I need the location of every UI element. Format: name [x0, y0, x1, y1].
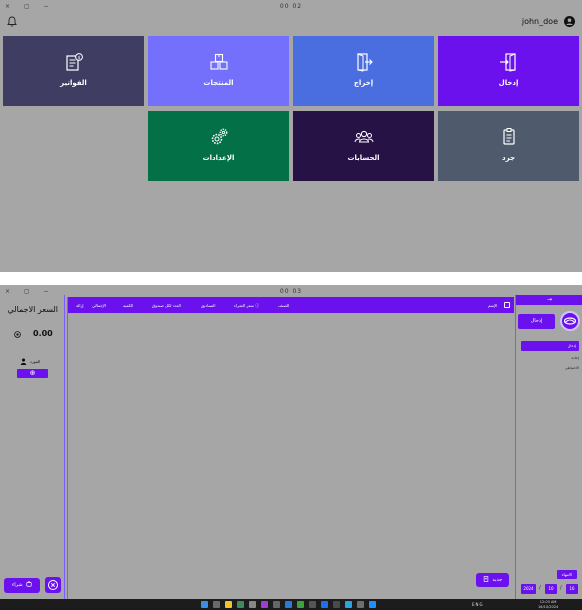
exit-door-icon	[356, 53, 373, 72]
cancel-button[interactable]	[45, 577, 61, 593]
tray-language[interactable]: ENG	[472, 602, 484, 607]
items-table: إزالة الإجمالي الكمية العدد لكل صندوق ال…	[67, 297, 514, 599]
app-icon[interactable]	[285, 601, 292, 608]
title-clock: 00 03	[279, 288, 303, 295]
tile-invoices[interactable]: $ الفواتير	[3, 36, 144, 106]
totals-panel: السعر الاجمالي 0.00 المورد ⊕ شراء	[0, 295, 65, 599]
entry-window: × ▢ − 00 03 السعر الاجمالي 0.00 المورد ⊕…	[0, 285, 582, 599]
column-remove[interactable]: إزالة	[76, 303, 84, 308]
tile-label: جرد	[502, 154, 515, 162]
app-icon[interactable]	[249, 601, 256, 608]
boxes-icon	[209, 53, 228, 70]
supplier-person-icon	[20, 358, 27, 365]
close-circle-icon	[48, 580, 58, 590]
start-icon[interactable]	[201, 601, 208, 608]
tray-date: 16/10/2024	[538, 604, 559, 609]
username-label: john_doe	[521, 17, 558, 26]
column-boxes[interactable]: الصناديق	[201, 303, 215, 308]
date-month-field[interactable]: 10	[545, 584, 557, 594]
column-count-per-box[interactable]: العدد لكل صندوق	[152, 303, 181, 308]
app-icon[interactable]	[333, 601, 340, 608]
buy-button[interactable]: شراء	[4, 578, 40, 593]
date-separator: /	[560, 585, 562, 591]
column-category[interactable]: الصنف	[278, 303, 289, 308]
new-document-icon	[483, 576, 489, 582]
tile-label: الفواتير	[60, 79, 87, 87]
new-item-button[interactable]: جديد	[476, 573, 509, 587]
app-icon[interactable]	[369, 601, 376, 608]
user-avatar-icon[interactable]	[564, 16, 575, 27]
tile-label: إدخال	[498, 79, 519, 87]
finish-button[interactable]: الانتهاء	[557, 570, 577, 579]
cart-icon	[26, 581, 32, 587]
tile-label: الحسابات	[347, 154, 380, 162]
date-separator: /	[539, 585, 541, 591]
bell-icon[interactable]	[7, 16, 17, 27]
dashboard-window: × ▢ − 00 02 john_doe $ الفواتير المنتجات	[0, 0, 582, 272]
tile-exit[interactable]: إخراج	[293, 36, 434, 106]
tile-inventory[interactable]: جرد	[438, 111, 579, 181]
tile-enter[interactable]: إدخال	[438, 36, 579, 106]
total-price-label: السعر الاجمالي	[7, 305, 58, 314]
app-icon[interactable]	[345, 601, 352, 608]
buy-button-label: شراء	[11, 582, 23, 588]
svg-text:$: $	[77, 55, 80, 61]
taskbar: ENG 12:03 AM 16/10/2024	[0, 599, 582, 610]
supplier-label: المورد	[30, 359, 41, 364]
app-icon[interactable]	[309, 601, 316, 608]
title-bar: × ▢ − 00 03	[0, 285, 582, 295]
total-price-value: 0.00	[33, 329, 53, 338]
app-icon[interactable]	[237, 601, 244, 608]
app-logo	[560, 311, 580, 331]
folder-icon[interactable]	[225, 601, 232, 608]
collapse-arrow-button[interactable]: →	[516, 295, 582, 305]
app-icon[interactable]	[273, 601, 280, 608]
new-item-label: جديد	[492, 577, 503, 583]
app-icon[interactable]	[261, 601, 268, 608]
tile-label: المنتجات	[203, 79, 234, 87]
column-quantity[interactable]: الكمية	[123, 303, 133, 308]
tile-label: إخراج	[353, 79, 374, 87]
app-icon[interactable]	[321, 601, 328, 608]
tile-accounts[interactable]: الحسابات	[293, 111, 434, 181]
title-bar: × ▢ − 00 02	[0, 0, 582, 13]
tile-settings[interactable]: الإعدادات	[148, 111, 289, 181]
date-day-field[interactable]: 16	[566, 584, 578, 594]
tray-time: 12:03 AM	[539, 600, 557, 604]
mode-button[interactable]: إدخال	[518, 314, 555, 329]
currency-icon	[14, 331, 21, 338]
tile-label: الإعدادات	[202, 154, 235, 162]
column-purchase-price[interactable]: سعر الشراء ⓘ	[234, 303, 259, 309]
enter-door-icon	[499, 53, 516, 72]
app-icon[interactable]	[357, 601, 364, 608]
date-year-field[interactable]: 2024	[521, 584, 536, 594]
mode-panel: → إدخال إدخال إعادة الاحتياطي الانتهاء 2…	[515, 295, 582, 599]
mode-item-reserve[interactable]: الاحتياطي	[565, 366, 579, 370]
tray-clock[interactable]: 12:03 AM 16/10/2024	[538, 600, 558, 609]
mode-item-return[interactable]: إعادة	[571, 356, 579, 360]
search-icon[interactable]	[213, 601, 220, 608]
users-icon	[354, 130, 373, 143]
select-all-checkbox[interactable]	[504, 302, 510, 308]
tile-products[interactable]: المنتجات	[148, 36, 289, 106]
inventory-icon	[502, 128, 515, 145]
logo-icon	[563, 317, 577, 325]
title-clock: 00 02	[279, 3, 303, 10]
add-supplier-button[interactable]: ⊕	[17, 369, 48, 378]
gears-icon	[211, 128, 227, 145]
column-total[interactable]: الإجمالي	[92, 303, 106, 308]
invoice-icon: $	[65, 53, 83, 71]
column-name[interactable]: الإسم	[488, 303, 497, 308]
mode-item-entry[interactable]: إدخال	[521, 341, 579, 351]
app-icon[interactable]	[297, 601, 304, 608]
table-header: إزالة الإجمالي الكمية العدد لكل صندوق ال…	[68, 297, 514, 313]
